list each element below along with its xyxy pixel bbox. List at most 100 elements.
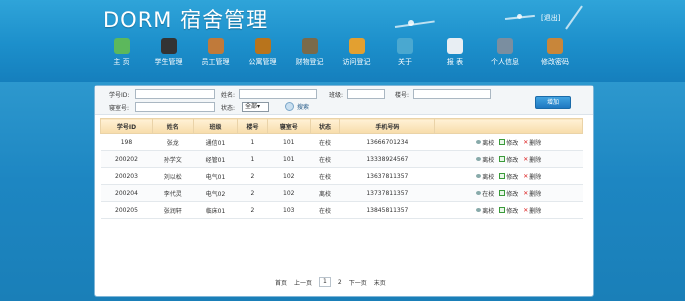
table-cell: 电气02 [193, 184, 238, 202]
search-icon [285, 102, 294, 111]
edit-button[interactable]: 修改 [499, 206, 518, 215]
last-page-link[interactable]: 末页 [374, 278, 386, 287]
row-actions: 在校 修改 ✕ 删除 [434, 184, 583, 202]
nav-item-label: 个人信息 [491, 58, 519, 66]
student-id-input[interactable] [135, 89, 215, 99]
page-number-1[interactable]: 1 [319, 277, 331, 287]
filter-bar: 学号ID: 寝室号: 姓名: 状态: 全部▾ 搜索 班级: 楼号: 增加 [95, 86, 593, 115]
column-header: 学号ID [100, 118, 153, 134]
status-toggle-button-label: 离校 [482, 139, 495, 147]
nav-item-about[interactable]: 关于 [380, 38, 430, 74]
column-header [434, 118, 583, 134]
column-header: 楼号 [237, 118, 268, 134]
search-label: 搜索 [297, 104, 310, 111]
table-row: 200202 孙学文 经管01 1 101 在校 13338924567 离校 修改 ✕ 删除 [100, 150, 583, 168]
edit-button[interactable]: 修改 [499, 189, 518, 198]
edit-button-label: 修改 [506, 156, 519, 164]
table-cell: 101 [267, 133, 311, 151]
nav-item-label: 修改密码 [541, 58, 569, 66]
column-header: 班级 [192, 118, 239, 134]
nav-item-profile[interactable]: 个人信息 [480, 38, 530, 74]
eye-icon [476, 140, 482, 144]
edit-button-label: 修改 [506, 173, 519, 181]
logout-link[interactable]: [退出] [541, 13, 560, 23]
table-cell: 200203 [100, 167, 153, 185]
nav-item-apartment[interactable]: 公寓管理 [239, 38, 286, 74]
about-icon [397, 38, 413, 54]
table-cell: 离校 [310, 184, 340, 202]
nav-item-staff[interactable]: 员工管理 [192, 38, 239, 74]
status-toggle-button[interactable]: 在校 [476, 189, 494, 198]
staff-icon [207, 38, 224, 54]
table-cell: 13637811357 [339, 167, 435, 185]
property-icon [301, 38, 318, 54]
table-row: 198 张龙 通信01 1 101 在校 13666701234 离校 修改 ✕ 删除 [100, 133, 583, 151]
delete-icon: ✕ [523, 172, 529, 180]
name-input[interactable] [239, 89, 317, 99]
delete-button[interactable]: ✕ 删除 [523, 155, 541, 164]
edit-button[interactable]: 修改 [499, 138, 518, 147]
delete-icon: ✕ [523, 155, 529, 163]
delete-button[interactable]: ✕ 删除 [523, 206, 541, 215]
class-input[interactable] [347, 89, 385, 99]
eye-icon [476, 174, 482, 178]
table-cell: 在校 [310, 133, 340, 151]
delete-icon: ✕ [523, 206, 529, 214]
table-cell: 电气01 [193, 167, 238, 185]
class-label: 班级: [329, 92, 344, 99]
table-cell: 孙学文 [152, 150, 194, 168]
eye-icon [476, 208, 482, 212]
row-actions: 离校 修改 ✕ 删除 [434, 150, 583, 168]
page-number-2[interactable]: 2 [338, 279, 342, 286]
room-input[interactable] [135, 102, 215, 112]
delete-icon: ✕ [523, 189, 529, 197]
status-toggle-button[interactable]: 离校 [476, 206, 494, 215]
table-header-row: 学号ID 姓名 班级 楼号 寝室号 状态 手机号码 [100, 118, 583, 134]
delete-button-label: 删除 [529, 207, 542, 215]
content-panel: 学号ID: 寝室号: 姓名: 状态: 全部▾ 搜索 班级: 楼号: 增加 学号I… [94, 85, 594, 297]
delete-button-label: 删除 [529, 156, 542, 164]
nav-item-property[interactable]: 财物登记 [286, 38, 333, 74]
add-button[interactable]: 增加 [535, 96, 571, 109]
nav-item-visit[interactable]: 访问登记 [333, 38, 380, 74]
delete-button[interactable]: ✕ 删除 [523, 189, 541, 198]
edit-button[interactable]: 修改 [499, 155, 518, 164]
edit-button[interactable]: 修改 [499, 172, 518, 181]
table-cell: 103 [267, 201, 311, 219]
status-toggle-button[interactable]: 离校 [476, 138, 494, 147]
search-button[interactable]: 搜索 [285, 102, 309, 111]
name-label: 姓名: [221, 92, 236, 99]
first-page-link[interactable]: 首页 [275, 278, 287, 287]
delete-button-label: 删除 [529, 139, 542, 147]
delete-button[interactable]: ✕ 删除 [523, 172, 541, 181]
main-nav: 主 页 学生管理 员工管理 公寓管理 财物登记 访问登记 关于 报 表 个人信息 修改密码 [98, 38, 580, 74]
eye-icon [476, 191, 482, 195]
status-toggle-button[interactable]: 离校 [476, 172, 494, 181]
table-cell: 张润轩 [152, 201, 194, 219]
table-cell: 在校 [310, 150, 340, 168]
status-label: 状态: [221, 105, 236, 112]
edit-button-label: 修改 [506, 139, 519, 147]
edit-icon [499, 156, 506, 162]
home-icon [113, 38, 130, 54]
building-input[interactable] [413, 89, 491, 99]
nav-item-student[interactable]: 学生管理 [145, 38, 192, 74]
nav-item-home[interactable]: 主 页 [98, 38, 145, 74]
prev-page-link[interactable]: 上一页 [294, 278, 312, 287]
light-streak-decoration [394, 20, 435, 28]
edit-button-label: 修改 [506, 190, 519, 198]
nav-item-label: 财物登记 [295, 58, 324, 66]
column-header: 姓名 [151, 118, 194, 134]
table-cell: 李代灵 [152, 184, 194, 202]
next-page-link[interactable]: 下一页 [349, 278, 367, 287]
status-toggle-button[interactable]: 离校 [476, 155, 494, 164]
table-cell: 临床01 [193, 201, 238, 219]
nav-item-password[interactable]: 修改密码 [530, 38, 580, 74]
apartment-icon [254, 38, 271, 54]
status-select-value: 全部 [245, 103, 258, 110]
delete-button[interactable]: ✕ 删除 [523, 138, 541, 147]
password-icon [547, 38, 563, 54]
edit-icon [499, 173, 506, 179]
nav-item-report[interactable]: 报 表 [430, 38, 480, 74]
status-select[interactable]: 全部▾ [242, 102, 269, 112]
